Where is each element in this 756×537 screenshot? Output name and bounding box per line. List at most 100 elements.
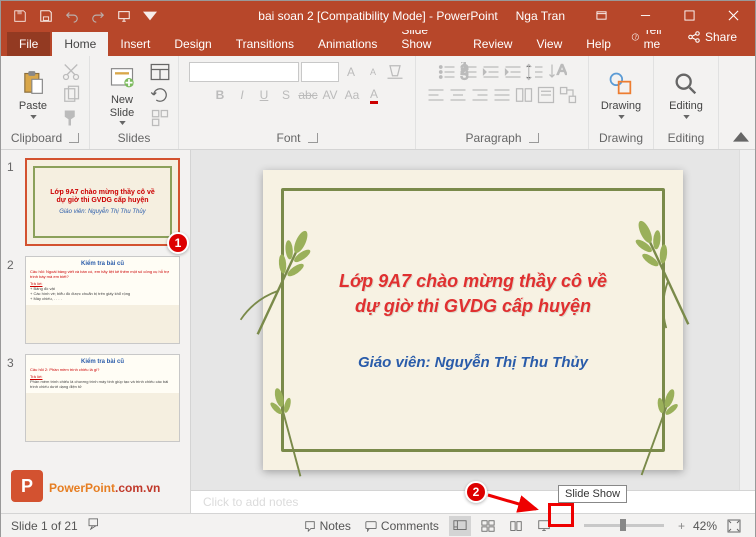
slideshow-tooltip: Slide Show (558, 485, 627, 503)
slide-sorter-icon[interactable] (477, 516, 499, 536)
smartart-icon[interactable] (558, 85, 578, 105)
drawing-button[interactable]: Drawing (597, 62, 645, 128)
copy-icon[interactable] (61, 85, 81, 105)
font-color-icon[interactable]: A (364, 85, 384, 105)
paste-label: Paste (19, 100, 47, 112)
fit-to-window-icon[interactable] (723, 516, 745, 536)
editing-button[interactable]: Editing (662, 62, 710, 128)
undo-icon[interactable] (61, 5, 83, 27)
thumb1-sub: Giáo viên: Nguyễn Thị Thu Thủy (59, 209, 145, 215)
tab-file[interactable]: File (7, 32, 50, 56)
tab-transitions[interactable]: Transitions (224, 32, 306, 56)
title-bar: bai soan 2 [Compatibility Mode] - PowerP… (1, 1, 755, 30)
ribbon-display-icon[interactable] (579, 1, 623, 30)
reset-icon[interactable] (150, 85, 170, 105)
reading-view-icon[interactable] (505, 516, 527, 536)
shadow-button[interactable]: S (276, 85, 296, 105)
annotation-callout-1: 1 (167, 232, 189, 254)
align-text-icon[interactable] (536, 85, 556, 105)
align-right-icon[interactable] (470, 85, 490, 105)
watermark-text1: PowerPoint (49, 481, 115, 495)
normal-view-icon[interactable] (449, 516, 471, 536)
save-icon[interactable] (35, 5, 57, 27)
numbering-icon[interactable]: 123 (459, 62, 479, 82)
align-left-icon[interactable] (426, 85, 446, 105)
language-indicator[interactable] (88, 518, 102, 533)
decrease-indent-icon[interactable] (481, 62, 501, 82)
section-icon[interactable] (150, 108, 170, 128)
drawing-group-label: Drawing (599, 131, 643, 145)
thumb-number: 2 (7, 256, 19, 344)
slide-editor-area: Lớp 9A7 chào mừng thầy cô về dự giờ thi … (191, 150, 755, 513)
slide-counter[interactable]: Slide 1 of 21 (11, 519, 78, 533)
slide-thumbnail-2[interactable]: Kiểm tra bài cũ Câu hỏi: Ngoài bảng viết… (25, 256, 180, 344)
line-spacing-icon[interactable] (525, 62, 545, 82)
columns-icon[interactable] (514, 85, 534, 105)
italic-button[interactable]: I (232, 85, 252, 105)
redo-icon[interactable] (87, 5, 109, 27)
qat-dropdown-icon[interactable] (139, 5, 161, 27)
autosave-icon[interactable] (9, 5, 31, 27)
tab-home[interactable]: Home (52, 32, 108, 56)
increase-font-icon[interactable]: A (341, 62, 361, 82)
font-family-dropdown[interactable] (189, 62, 299, 82)
user-name[interactable]: Nga Tran (502, 9, 579, 23)
decrease-font-icon[interactable]: A (363, 62, 383, 82)
thumb1-title: Lớp 9A7 chào mừng thầy cô về dự giờ thi … (50, 189, 155, 206)
clipboard-launcher-icon[interactable] (69, 133, 79, 143)
bold-button[interactable]: B (210, 85, 230, 105)
underline-button[interactable]: U (254, 85, 274, 105)
new-slide-button[interactable]: New Slide (98, 62, 146, 128)
spacing-icon[interactable]: AV (320, 85, 340, 105)
share-label: Share (705, 30, 737, 44)
comments-button[interactable]: Comments (361, 519, 443, 533)
zoom-slider[interactable] (584, 524, 664, 527)
close-icon[interactable] (711, 1, 755, 30)
increase-indent-icon[interactable] (503, 62, 523, 82)
slides-label: Slides (118, 131, 151, 145)
start-from-beginning-icon[interactable] (113, 5, 135, 27)
format-painter-icon[interactable] (61, 108, 81, 128)
cut-icon[interactable] (61, 62, 81, 82)
case-icon[interactable]: Aa (342, 85, 362, 105)
annotation-callout-2: 2 (465, 481, 487, 503)
justify-icon[interactable] (492, 85, 512, 105)
chevron-down-icon (683, 115, 690, 119)
font-launcher-icon[interactable] (308, 133, 318, 143)
notes-button[interactable]: Notes (300, 519, 355, 533)
slide-canvas[interactable]: Lớp 9A7 chào mừng thầy cô về dự giờ thi … (191, 150, 755, 490)
clear-formatting-icon[interactable] (385, 62, 405, 82)
zoom-in-icon[interactable]: + (676, 519, 687, 533)
zoom-level[interactable]: 42% (693, 519, 717, 533)
tab-review[interactable]: Review (461, 32, 524, 56)
text-direction-icon[interactable]: A (547, 62, 567, 82)
tab-insert[interactable]: Insert (108, 32, 162, 56)
zoom-out-icon[interactable]: − (561, 519, 572, 533)
tab-animations[interactable]: Animations (306, 32, 389, 56)
font-size-dropdown[interactable] (301, 62, 339, 82)
tab-help[interactable]: Help (574, 32, 623, 56)
current-slide[interactable]: Lớp 9A7 chào mừng thầy cô về dự giờ thi … (263, 170, 683, 470)
vertical-scrollbar[interactable] (739, 150, 755, 490)
group-clipboard: Paste Clipboard (1, 56, 90, 149)
slide-thumbnail-3[interactable]: Kiểm tra bài cũ Câu hỏi 2: Phần mềm trìn… (25, 354, 180, 442)
strike-button[interactable]: abc (298, 85, 318, 105)
paragraph-launcher-icon[interactable] (529, 133, 539, 143)
tab-view[interactable]: View (524, 32, 574, 56)
collapse-ribbon-icon[interactable] (733, 129, 749, 145)
slideshow-view-icon[interactable] (533, 516, 555, 536)
slide-thumbnail-1[interactable]: Lớp 9A7 chào mừng thầy cô về dự giờ thi … (25, 158, 180, 246)
tab-design[interactable]: Design (162, 32, 223, 56)
editing-group-label: Editing (668, 131, 705, 145)
minimize-icon[interactable] (623, 1, 667, 30)
paragraph-label: Paragraph (465, 131, 521, 145)
svg-text:3: 3 (460, 67, 468, 83)
paste-button[interactable]: Paste (9, 62, 57, 128)
maximize-icon[interactable] (667, 1, 711, 30)
thumb3-title: Kiểm tra bài cũ (30, 359, 175, 365)
layout-icon[interactable] (150, 62, 170, 82)
new-slide-icon (108, 64, 136, 92)
bullets-icon[interactable] (437, 62, 457, 82)
watermark: P PowerPoint.com.vn (11, 470, 160, 502)
align-center-icon[interactable] (448, 85, 468, 105)
